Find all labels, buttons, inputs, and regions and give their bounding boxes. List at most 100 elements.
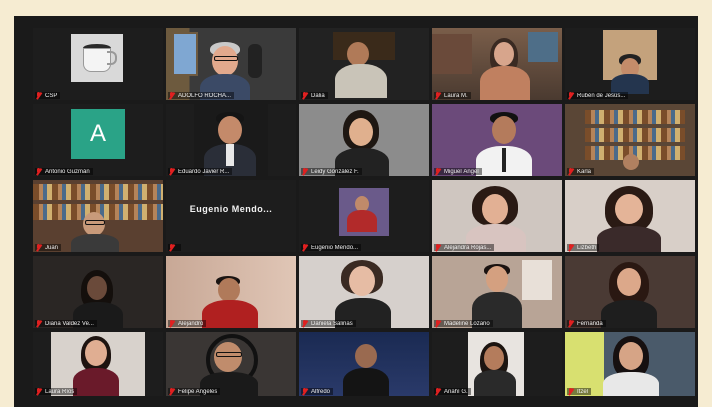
participant-tile[interactable]: Eduardo Javier R... bbox=[166, 104, 296, 176]
mic-off-icon bbox=[568, 388, 574, 395]
participant-tile[interactable]: Karla bbox=[565, 104, 695, 176]
mic-off-icon bbox=[36, 92, 42, 99]
mic-off-icon bbox=[302, 244, 308, 251]
participant-label: CSP bbox=[35, 92, 61, 99]
video-feed bbox=[299, 104, 429, 176]
participant-label: ADOLFO ROCHA... bbox=[168, 92, 235, 99]
participant-name: Daniela Salinas bbox=[311, 320, 353, 327]
participant-gallery: CSP ADOLFO ROCHA... Dalia Laura M. Rubén… bbox=[33, 28, 695, 396]
participant-tile[interactable]: Fernanda bbox=[565, 256, 695, 328]
participant-label: Alejandro bbox=[168, 320, 207, 327]
participant-name: ADOLFO ROCHA... bbox=[178, 92, 232, 99]
mic-off-icon bbox=[568, 92, 574, 99]
participant-tile[interactable]: Eugenio Mendo... bbox=[166, 180, 296, 252]
participant-label: Karla bbox=[567, 168, 595, 175]
participant-name: Alejandro bbox=[178, 320, 204, 327]
participant-tile[interactable]: Itzel bbox=[565, 332, 695, 396]
participant-tile[interactable]: Miguel Ángel bbox=[432, 104, 562, 176]
participant-tile[interactable]: Daniela Salinas bbox=[299, 256, 429, 328]
participant-label: Laura M. bbox=[434, 92, 471, 99]
video-feed bbox=[166, 256, 296, 328]
mic-off-icon bbox=[169, 320, 175, 327]
participant-label: Anahí G. bbox=[434, 388, 471, 395]
participant-tile[interactable]: A Antonio Guzmán bbox=[33, 104, 163, 176]
participant-name: Felipe Angeles bbox=[178, 388, 218, 395]
participant-label: Diana Valdez Ve... bbox=[35, 320, 97, 327]
participant-label: Miguel Ángel bbox=[434, 168, 482, 175]
participant-tile[interactable]: Dalia bbox=[299, 28, 429, 100]
video-feed bbox=[299, 332, 429, 396]
mic-off-icon bbox=[36, 320, 42, 327]
participant-name: Karla bbox=[577, 168, 592, 175]
video-feed bbox=[432, 104, 562, 176]
participant-label: Lizbeth bbox=[567, 244, 600, 251]
participant-label: Alfredo bbox=[301, 388, 334, 395]
mic-off-icon bbox=[36, 168, 42, 175]
participant-name: Laura M. bbox=[444, 92, 468, 99]
participant-label: Rubén de Jesús... bbox=[567, 92, 629, 99]
mic-off-icon bbox=[302, 92, 308, 99]
participant-label: Daniela Salinas bbox=[301, 320, 356, 327]
video-feed bbox=[299, 180, 429, 252]
participant-name: Rubén de Jesús... bbox=[577, 92, 626, 99]
mic-off-icon bbox=[169, 388, 175, 395]
participant-tile[interactable]: Lizbeth bbox=[565, 180, 695, 252]
mic-off-icon bbox=[435, 92, 441, 99]
participant-label: Eduardo Javier R... bbox=[168, 168, 233, 175]
participant-label: Felipe Angeles bbox=[168, 388, 221, 395]
video-feed bbox=[432, 256, 562, 328]
mic-off-icon bbox=[169, 92, 175, 99]
mic-off-icon bbox=[169, 168, 175, 175]
video-feed bbox=[166, 104, 296, 176]
participant-tile[interactable]: Leidy González F. bbox=[299, 104, 429, 176]
video-feed bbox=[565, 332, 695, 396]
video-feed bbox=[299, 256, 429, 328]
participant-tile[interactable]: Diana Valdez Ve... bbox=[33, 256, 163, 328]
mic-off-icon bbox=[302, 388, 308, 395]
meeting-window: CSP ADOLFO ROCHA... Dalia Laura M. Rubén… bbox=[14, 16, 698, 407]
participant-tile[interactable]: Felipe Angeles bbox=[166, 332, 296, 396]
participant-label: Juan bbox=[35, 244, 62, 251]
mic-off-icon bbox=[36, 244, 42, 251]
participant-tile[interactable]: ADOLFO ROCHA... bbox=[166, 28, 296, 100]
participant-tile[interactable]: Alfredo bbox=[299, 332, 429, 396]
participant-name: Eugenio Mendo... bbox=[311, 244, 359, 251]
participant-tile[interactable]: Madeline Lozano bbox=[432, 256, 562, 328]
participant-tile[interactable]: Laura Ríos bbox=[33, 332, 163, 396]
participant-label: Itzel bbox=[567, 388, 592, 395]
participant-tile[interactable]: Rubén de Jesús... bbox=[565, 28, 695, 100]
participant-tile[interactable]: Alejandra Rojas... bbox=[432, 180, 562, 252]
participant-name: Miguel Ángel bbox=[444, 168, 479, 175]
video-feed bbox=[565, 104, 695, 176]
participant-name: Itzel bbox=[577, 388, 589, 395]
participant-tile[interactable]: Anahí G. bbox=[432, 332, 562, 396]
video-feed bbox=[33, 180, 163, 252]
video-feed bbox=[565, 28, 695, 100]
participant-name: Diana Valdez Ve... bbox=[45, 320, 94, 327]
participant-label: Madeline Lozano bbox=[434, 320, 493, 327]
mic-off-icon bbox=[36, 388, 42, 395]
mic-off-icon bbox=[435, 388, 441, 395]
mic-off-icon bbox=[302, 168, 308, 175]
participant-tile-active-speaker[interactable]: Alejandro bbox=[166, 256, 296, 328]
participant-tile[interactable]: CSP bbox=[33, 28, 163, 100]
participant-label: Leidy González F. bbox=[301, 168, 362, 175]
participant-name: Anahí G. bbox=[444, 388, 468, 395]
participant-name: Laura Ríos bbox=[45, 388, 75, 395]
participant-label: Dalia bbox=[301, 92, 328, 99]
video-feed bbox=[432, 28, 562, 100]
participant-label: Fernanda bbox=[567, 320, 606, 327]
video-feed bbox=[33, 256, 163, 328]
participant-name: Lizbeth bbox=[577, 244, 597, 251]
participant-label: Laura Ríos bbox=[35, 388, 78, 395]
participant-tile[interactable]: Laura M. bbox=[432, 28, 562, 100]
mic-off-icon bbox=[435, 320, 441, 327]
participant-label bbox=[168, 244, 181, 251]
participant-name: Leidy González F. bbox=[311, 168, 359, 175]
video-feed bbox=[166, 28, 296, 100]
mic-off-icon bbox=[568, 168, 574, 175]
mic-off-icon bbox=[568, 320, 574, 327]
participant-tile[interactable]: Eugenio Mendo... bbox=[299, 180, 429, 252]
participant-label: Antonio Guzmán bbox=[35, 168, 93, 175]
participant-tile[interactable]: Juan bbox=[33, 180, 163, 252]
